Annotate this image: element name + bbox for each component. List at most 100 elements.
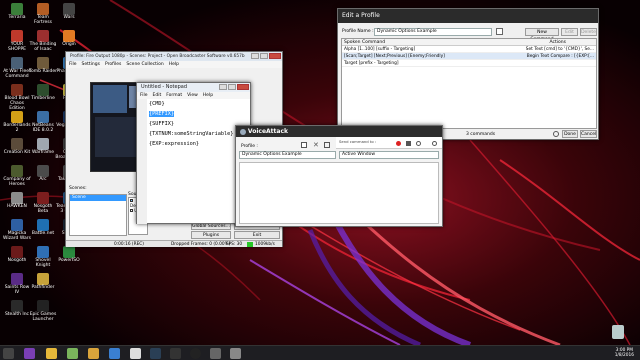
unity-icon[interactable] <box>130 348 141 359</box>
voiceattack-taskbar-icon[interactable] <box>170 348 181 359</box>
menu-item[interactable]: Profiles <box>105 61 121 68</box>
row-action <box>512 60 596 66</box>
record-icon[interactable] <box>396 141 401 146</box>
desktop-icon-label: Blood Bowl Chaos Edition <box>4 96 30 111</box>
table-row[interactable]: [Scan;Target] [Next;Previous] [Enemy;Fri… <box>342 53 596 60</box>
app-icon <box>37 300 49 312</box>
desktop-icon-label: Terraria <box>8 15 26 20</box>
app-icon <box>37 138 49 150</box>
text-line: {SUFFIX} <box>149 121 174 127</box>
desktop-icon[interactable]: PowerISO <box>54 246 84 273</box>
plugins-button[interactable]: Plugins <box>191 231 231 239</box>
desktop-icon-label: Borderlands 2 <box>3 123 31 133</box>
edit-profile-icon[interactable] <box>301 142 307 148</box>
exit-button[interactable]: Exit <box>234 231 280 239</box>
menu-item[interactable]: File <box>69 61 77 68</box>
scenes-label: Scenes: <box>69 186 87 191</box>
settings-taskbar-icon[interactable] <box>230 348 241 359</box>
steam-icon[interactable] <box>150 348 161 359</box>
notepad-title: Untitled - Notepad <box>141 84 188 90</box>
profile-options-icon[interactable] <box>496 28 503 35</box>
menu-item[interactable]: View <box>187 92 198 99</box>
menu-item[interactable]: Settings <box>82 61 100 68</box>
checkbox-icon[interactable] <box>130 209 133 212</box>
app-icon <box>63 30 75 42</box>
settings-icon[interactable] <box>553 131 559 137</box>
rec-time: 0:00:16 (REC) <box>114 242 144 247</box>
desktop-icon-label: HAWKEN <box>7 204 27 209</box>
folder-icon[interactable] <box>88 348 99 359</box>
close-icon[interactable] <box>237 84 249 90</box>
app-icon <box>11 111 23 123</box>
app-icon <box>11 30 23 42</box>
menu-item[interactable]: Help <box>169 61 179 68</box>
profile-name-field[interactable]: Dynamic Options Example <box>374 28 492 36</box>
visual-studio-code-icon[interactable] <box>109 348 120 359</box>
menu-item[interactable]: Edit <box>153 92 162 99</box>
minimize-icon[interactable] <box>251 53 259 59</box>
minimize-icon[interactable] <box>219 84 227 90</box>
profile-label: Profile : <box>241 144 258 149</box>
profile-select[interactable]: Dynamic Options Example <box>239 151 336 159</box>
file-explorer-icon[interactable] <box>46 348 57 359</box>
edit-profile-titlebar: Edit a Profile <box>338 9 598 23</box>
task-icon[interactable] <box>210 348 221 359</box>
desktop-icon[interactable]: Pathfinder <box>28 273 58 300</box>
edit-profile-title: Edit a Profile <box>342 12 380 19</box>
row-action: Begin Text Compare : [{EXP:[... <box>526 54 594 59</box>
row-command: [Scan;Target] [Next;Previous] [Enemy;Fri… <box>344 54 445 59</box>
recycle-bin-icon[interactable] <box>612 325 624 339</box>
desktop-icon-label: Company of Heroes <box>3 177 31 187</box>
maximize-icon[interactable] <box>228 84 236 90</box>
settings-icon[interactable] <box>416 141 421 146</box>
help-icon[interactable] <box>432 141 437 146</box>
menu-item[interactable]: Scene Collection <box>126 61 163 68</box>
send-command-label: Send command to : <box>339 139 377 144</box>
desktop-icon-label: Battle.net <box>31 231 55 236</box>
menu-item[interactable]: File <box>140 92 148 99</box>
notepad-menubar: File Edit Format View Help <box>137 92 250 99</box>
delete-profile-icon[interactable]: ✕ <box>313 142 319 149</box>
checkbox-icon[interactable] <box>130 199 133 202</box>
desktop-icon[interactable]: Epic Games Launcher <box>28 300 58 327</box>
visual-studio-icon[interactable] <box>24 348 35 359</box>
column-actions[interactable]: Actions <box>546 39 596 45</box>
desktop-icon-label: YOUR SHOPPE <box>7 42 27 52</box>
desktop-icon-label: At War Fleet Command <box>3 69 31 79</box>
table-row[interactable]: Alpha [1..100] [suffix - Targeting] Set T… <box>342 46 596 53</box>
edit-button[interactable]: Edit <box>561 28 578 36</box>
stop-icon[interactable] <box>406 141 411 146</box>
table-row[interactable]: Target [prefix - Targeting] <box>342 60 596 67</box>
notepad-plus-icon[interactable] <box>67 348 78 359</box>
delete-button[interactable]: Delete <box>580 28 597 36</box>
notepad-text-area[interactable]: {CMD} {PREFIX} {SUFFIX} {TXTNUM:someStri… <box>149 99 249 219</box>
obs-taskbar-icon[interactable] <box>190 348 201 359</box>
app-icon <box>11 57 23 69</box>
desktop-icon-label: Epic Games Launcher <box>29 312 57 322</box>
column-blank <box>532 39 546 45</box>
start-button-icon[interactable] <box>3 348 14 359</box>
voiceattack-log <box>239 162 439 224</box>
obs-title: Profile: Fire Output 1080p - Scenes: Pro… <box>70 54 245 59</box>
new-command-button[interactable]: New Command <box>525 28 559 42</box>
desktop-icon-label: Tomb Raider <box>29 69 57 74</box>
scene-item[interactable]: Scene <box>70 195 126 201</box>
voiceattack-title: VoiceAttack <box>247 128 289 135</box>
menu-item[interactable]: Format <box>166 92 182 99</box>
column-spoken-command[interactable]: Spoken Command <box>342 39 532 45</box>
commands-count: 3 commands <box>466 132 496 137</box>
menu-item[interactable]: Help <box>203 92 213 99</box>
bitrate-indicator-icon <box>247 242 253 247</box>
done-button[interactable]: Done <box>562 130 578 138</box>
maximize-icon[interactable] <box>260 53 268 59</box>
desktop-icon[interactable]: Wars <box>54 3 84 30</box>
desktop-icon-label: The Binding of Isaac <box>29 42 57 52</box>
profile-menu-icon[interactable] <box>324 142 330 148</box>
app-icon <box>37 84 49 96</box>
desktop-icon-label: Magicka Wizard Wars <box>3 231 31 241</box>
close-icon[interactable] <box>269 53 281 59</box>
active-window-select[interactable]: Active Window <box>339 151 439 159</box>
cancel-button[interactable]: Cancel <box>580 130 597 138</box>
system-clock[interactable]: 3:00 PM 1/8/2016 <box>615 348 634 358</box>
voiceattack-window: VoiceAttack Send command to : Profile : … <box>235 125 443 227</box>
